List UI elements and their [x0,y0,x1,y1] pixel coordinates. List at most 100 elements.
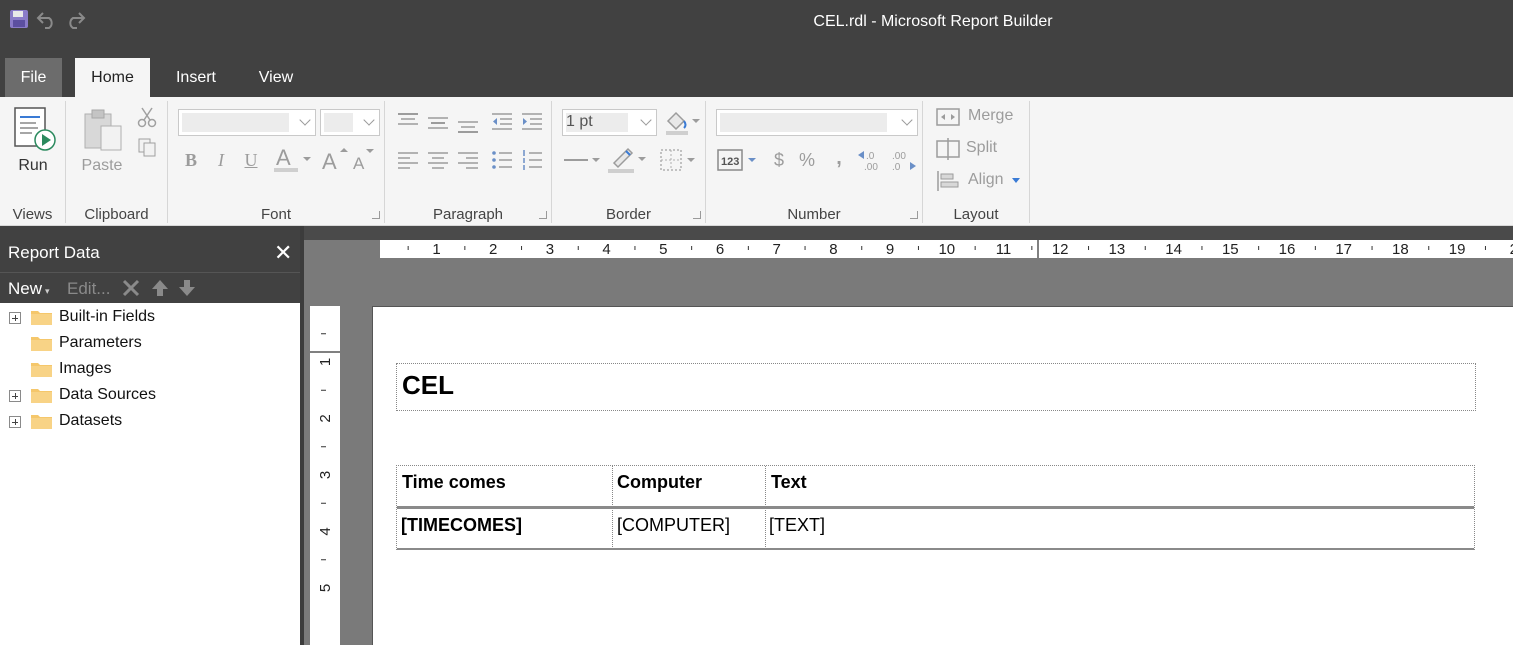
folder-icon [31,389,52,403]
expand-icon[interactable] [9,390,21,402]
font-color-icon[interactable]: A [272,145,312,175]
fill-color-icon[interactable] [662,107,702,137]
tree-item-built-in-fields[interactable]: Built-in Fields [0,305,300,331]
borders-icon[interactable] [656,145,700,175]
ruler-label: 17 [1335,241,1352,258]
undo-icon[interactable] [36,8,58,30]
tree-item-data-sources[interactable]: Data Sources [0,383,300,409]
align-center-icon[interactable] [425,147,451,173]
expand-icon[interactable] [9,312,21,324]
views-group-label: Views [12,206,53,223]
run-report-icon[interactable] [12,105,58,153]
bold-icon[interactable]: B [180,149,202,171]
tree-item-datasets[interactable]: Datasets [0,409,300,435]
border-group-label: Border [605,206,652,223]
paste-icon[interactable] [80,105,126,155]
percent-icon[interactable]: % [794,147,820,173]
border-width-dropdown[interactable]: 1 pt [562,109,657,136]
field-timecomes[interactable]: [TIMECOMES] [401,515,522,536]
ruler-label: 4 [317,527,334,535]
align-left-icon[interactable] [395,147,421,173]
ruler-label: 8 [829,241,837,258]
split-cells-button[interactable]: Split [935,137,1027,161]
close-icon[interactable]: ✕ [274,240,292,266]
italic-icon[interactable]: I [210,149,232,171]
border-color-icon[interactable] [606,143,650,175]
ruler-label: 3 [546,241,554,258]
move-up-icon[interactable] [150,278,170,302]
increase-indent-icon[interactable] [519,109,545,135]
border-dialog-launcher-icon[interactable] [693,211,701,219]
paste-button-label[interactable]: Paste [66,157,138,175]
tab-insert[interactable]: Insert [160,58,232,97]
placeholder-format-icon[interactable]: 123 [716,147,760,173]
report-data-title: Report Data [8,243,100,262]
align-objects-button[interactable]: Align [935,169,1027,193]
new-dropdown-arrow-icon: ▾ [45,286,50,296]
folder-icon [31,311,52,325]
bullet-list-icon[interactable] [489,147,515,173]
shrink-font-icon[interactable]: A [350,145,380,175]
tab-home[interactable]: Home [75,58,150,97]
number-dialog-launcher-icon[interactable] [910,211,918,219]
tab-file[interactable]: File [5,58,62,97]
delete-icon[interactable] [120,277,142,303]
merge-cells-button[interactable]: Merge [935,105,1027,129]
ruler-label: 6 [716,241,724,258]
field-text[interactable]: [TEXT] [769,515,825,536]
column-header-time-comes[interactable]: Time comes [402,472,506,493]
column-header-text[interactable]: Text [771,472,807,493]
save-icon[interactable] [8,8,30,30]
decrease-decimal-icon[interactable]: .00.0 [888,145,918,175]
report-title-textbox[interactable]: CEL [396,363,1476,411]
canvas-top-strip [304,226,1513,240]
clipboard-group: Paste Clipboard [66,97,167,225]
align-middle-icon[interactable] [425,109,451,135]
report-body[interactable]: CEL Time comes Computer Text [TIMECOMES]… [372,306,1513,645]
run-button-label[interactable]: Run [0,157,66,175]
ruler-label: 19 [1449,241,1466,258]
increase-decimal-icon[interactable]: .0.00 [856,145,886,175]
tree-item-label: Built-in Fields [59,308,156,325]
paragraph-dialog-launcher-icon[interactable] [539,211,547,219]
underline-icon[interactable]: U [240,149,262,171]
align-top-icon[interactable] [395,109,421,135]
grow-font-icon[interactable]: A [320,145,350,175]
expand-icon[interactable] [9,416,21,428]
comma-style-icon[interactable]: , [826,145,852,171]
quick-access-toolbar [8,8,86,30]
align-dropdown-arrow-icon[interactable] [1012,178,1020,183]
ribbon-tabs: File Home Insert View [0,58,1513,97]
align-right-icon[interactable] [455,147,481,173]
design-surface[interactable]: 123456789101112131415161718192 12345 CEL… [304,226,1513,645]
field-computer[interactable]: [COMPUTER] [617,515,730,536]
align-bottom-icon[interactable] [455,109,481,135]
views-group: Run Views [0,97,65,225]
font-dialog-launcher-icon[interactable] [372,211,380,219]
clipboard-group-label: Clipboard [84,206,149,223]
currency-icon[interactable]: $ [766,147,792,173]
border-width-value: 1 pt [566,113,593,130]
tree-item-label: Data Sources [59,386,156,403]
numbered-list-icon[interactable] [519,147,545,173]
new-label: New [8,279,43,298]
font-family-dropdown[interactable] [178,109,316,136]
edit-button[interactable]: Edit... [67,279,110,299]
tree-item-parameters[interactable]: Parameters [0,331,300,357]
font-size-dropdown[interactable] [320,109,380,136]
layout-group: Merge Split Align Layout [923,97,1029,225]
number-format-dropdown[interactable] [716,109,918,136]
tree-item-images[interactable]: Images [0,357,300,383]
tab-view[interactable]: View [245,58,307,97]
redo-icon[interactable] [64,8,86,30]
border-style-icon[interactable] [562,145,602,175]
number-group-label: Number [787,206,841,223]
decrease-indent-icon[interactable] [489,109,515,135]
vertical-ruler: 1 2 3 4 5 [310,306,340,645]
move-down-icon[interactable] [177,278,197,302]
column-header-computer[interactable]: Computer [617,472,702,493]
copy-icon[interactable] [134,135,160,159]
report-table[interactable]: Time comes Computer Text [TIMECOMES] [CO… [396,465,1475,550]
new-button[interactable]: New ▾ [8,279,50,299]
cut-icon[interactable] [134,105,160,129]
